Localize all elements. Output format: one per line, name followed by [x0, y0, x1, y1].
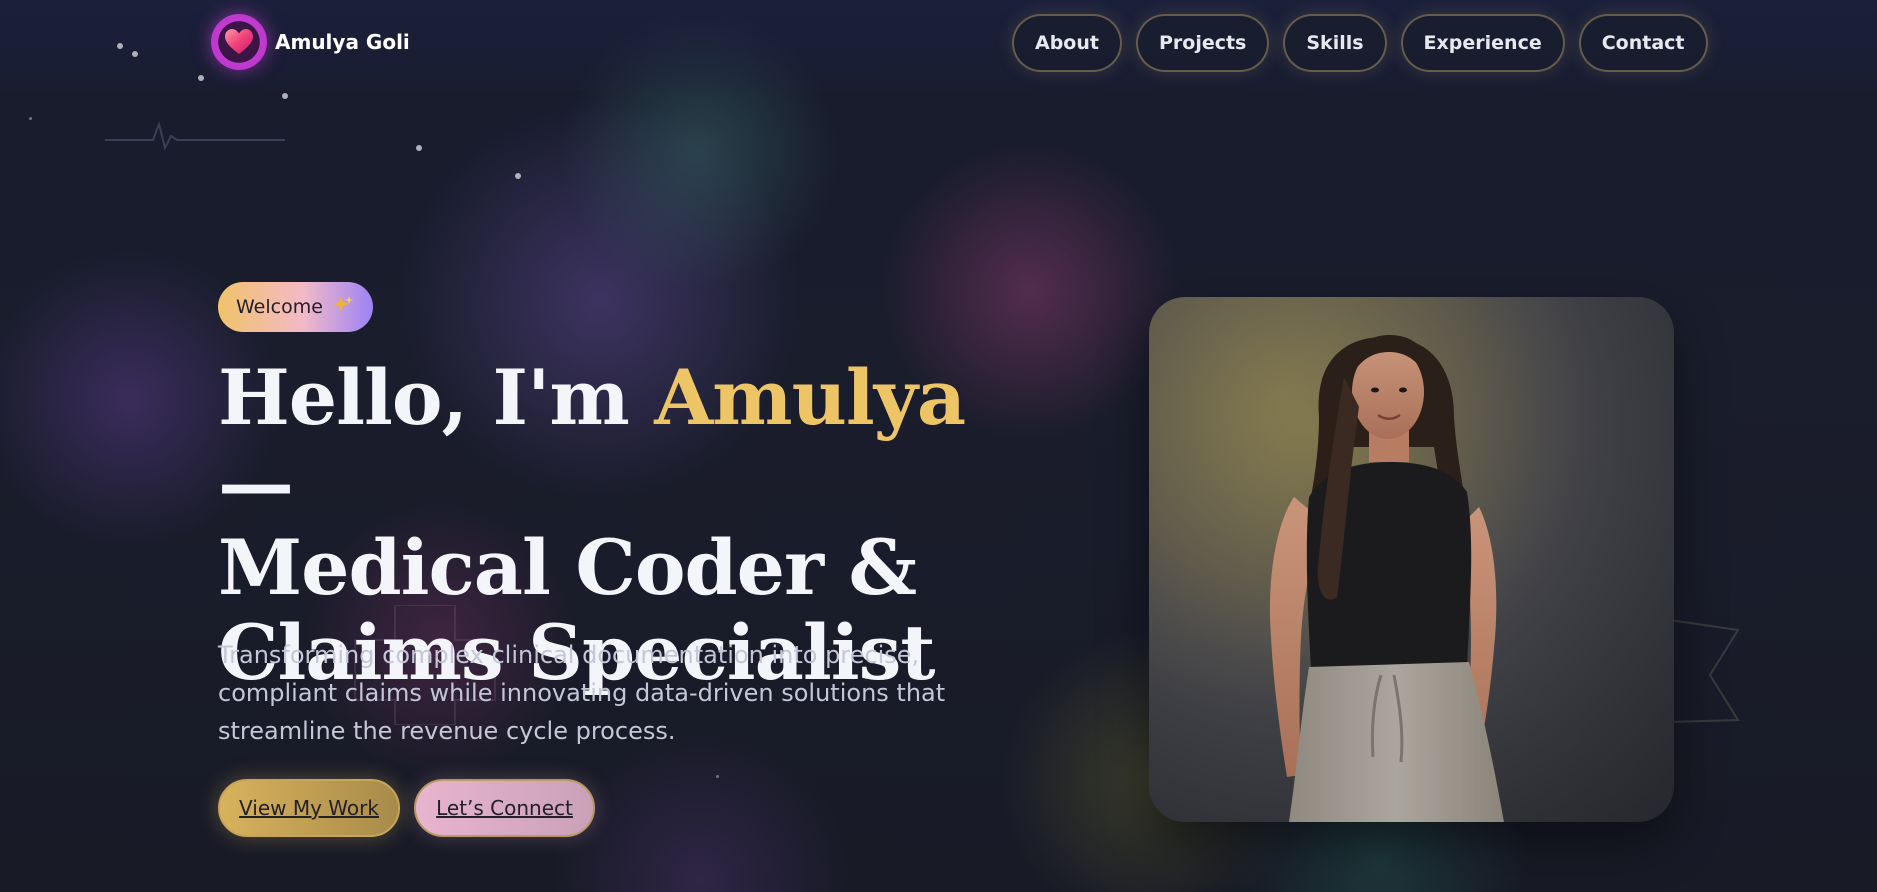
nav-projects[interactable]: Projects	[1135, 14, 1270, 72]
nav-about[interactable]: About	[1012, 14, 1122, 72]
view-my-work-button[interactable]: View My Work	[218, 779, 400, 837]
profile-photo	[1149, 297, 1674, 822]
particle-dot	[515, 173, 521, 179]
hero-title-prefix: Hello, I'm	[218, 353, 630, 442]
heart-logo-icon	[211, 14, 267, 70]
particle-dot	[416, 145, 422, 151]
lets-connect-button[interactable]: Let’s Connect	[414, 779, 595, 837]
nav-experience[interactable]: Experience	[1400, 14, 1565, 72]
hero-subtitle: Transforming complex clinical documentat…	[218, 641, 946, 745]
heartbeat-line-decoration	[105, 120, 285, 151]
brand-name: Amulya Goli	[275, 30, 410, 54]
particle-dot	[29, 117, 32, 120]
particle-dot	[716, 775, 719, 778]
nav-skills[interactable]: Skills	[1283, 14, 1387, 72]
portrait-illustration	[1149, 297, 1674, 822]
hero-title-name: Amulya	[654, 353, 966, 442]
brand[interactable]: Amulya Goli	[211, 14, 410, 70]
welcome-badge-label: Welcome	[236, 296, 323, 318]
particle-dot	[132, 51, 138, 57]
particle-dot	[117, 43, 123, 49]
hero-title-line2: Medical Coder &	[218, 523, 917, 612]
welcome-badge: Welcome	[218, 282, 373, 332]
particle-dot	[198, 75, 204, 81]
main-nav: About Projects Skills Experience Contact	[1012, 14, 1708, 72]
nav-contact[interactable]: Contact	[1578, 14, 1708, 72]
particle-dot	[282, 93, 288, 99]
sparkles-icon	[332, 295, 353, 320]
hero-title-dash: —	[218, 438, 294, 527]
